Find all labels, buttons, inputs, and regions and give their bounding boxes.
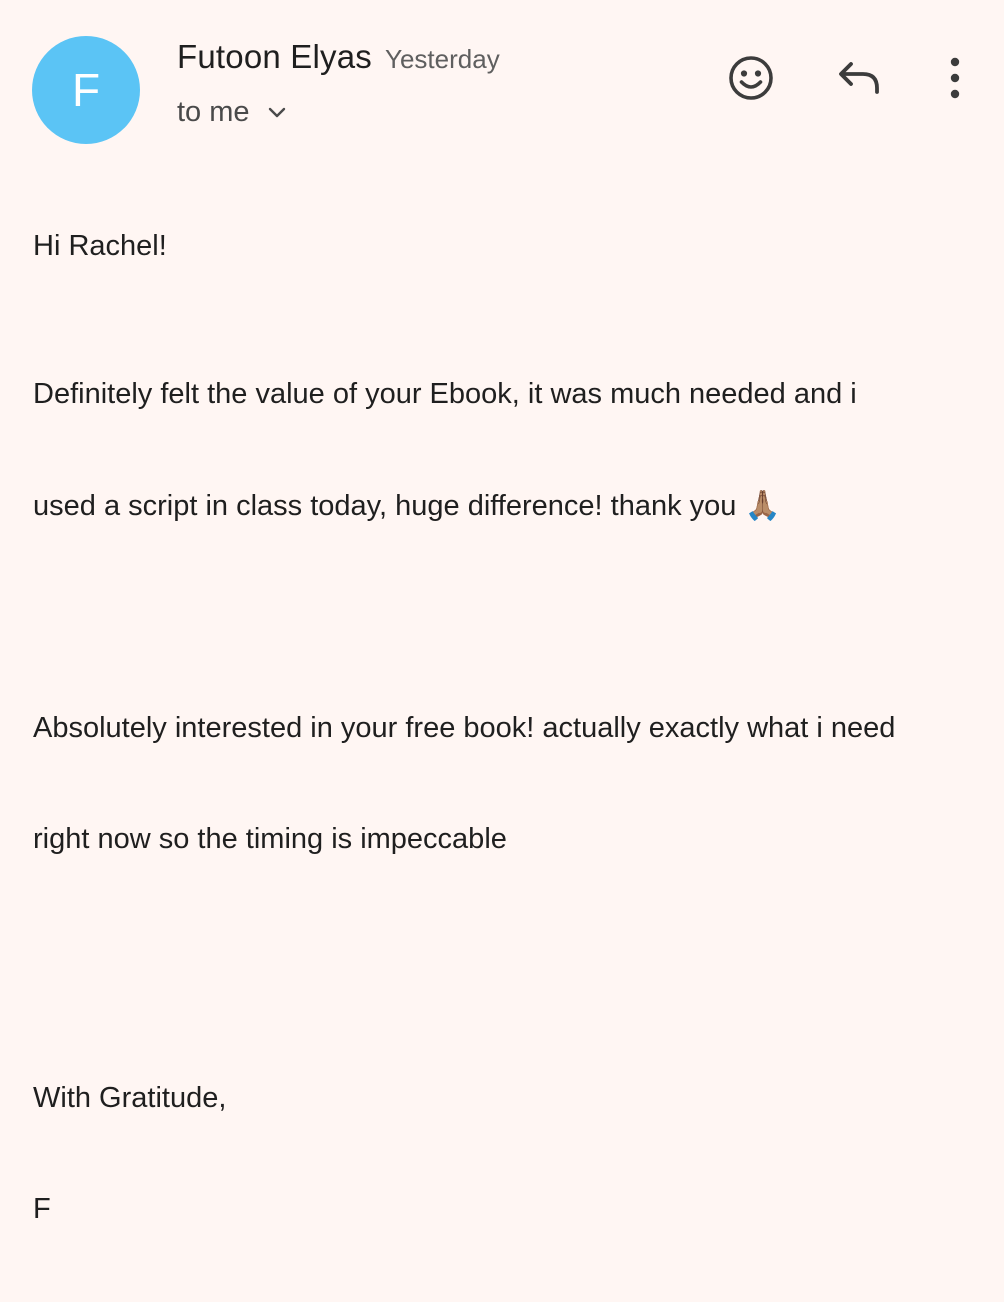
signoff-text: With Gratitude,	[33, 1082, 227, 1114]
body-line: used a script in class today, huge diffe…	[33, 487, 983, 525]
more-options-button[interactable]	[925, 50, 985, 110]
body-line: Definitely felt the value of your Ebook,…	[33, 378, 857, 410]
emoji-reaction-icon	[727, 54, 775, 107]
body-paragraph: Definitely felt the value of your Ebook,…	[33, 302, 983, 599]
message-header: F Futoon Elyas Yesterday to me	[0, 0, 1004, 170]
message-actions	[0, 50, 1004, 114]
body-paragraph: Absolutely interested in your free book!…	[33, 636, 983, 932]
add-reaction-button[interactable]	[721, 50, 781, 110]
praying-hands-emoji: 🙏🏽	[744, 488, 781, 522]
body-line: right now so the timing is impeccable	[33, 823, 507, 855]
greeting-text: Hi Rachel!	[33, 230, 167, 262]
signature-text: F	[33, 1193, 51, 1225]
reply-icon	[837, 58, 883, 103]
message-body: Hi Rachel! Definitely felt the value of …	[33, 228, 983, 1302]
body-line: Absolutely interested in your free book!…	[33, 712, 896, 744]
reply-button[interactable]	[830, 50, 890, 110]
signature-block: With Gratitude, F	[33, 1006, 983, 1302]
body-line-text: used a script in class today, huge diffe…	[33, 490, 737, 522]
more-vert-icon	[948, 56, 962, 105]
